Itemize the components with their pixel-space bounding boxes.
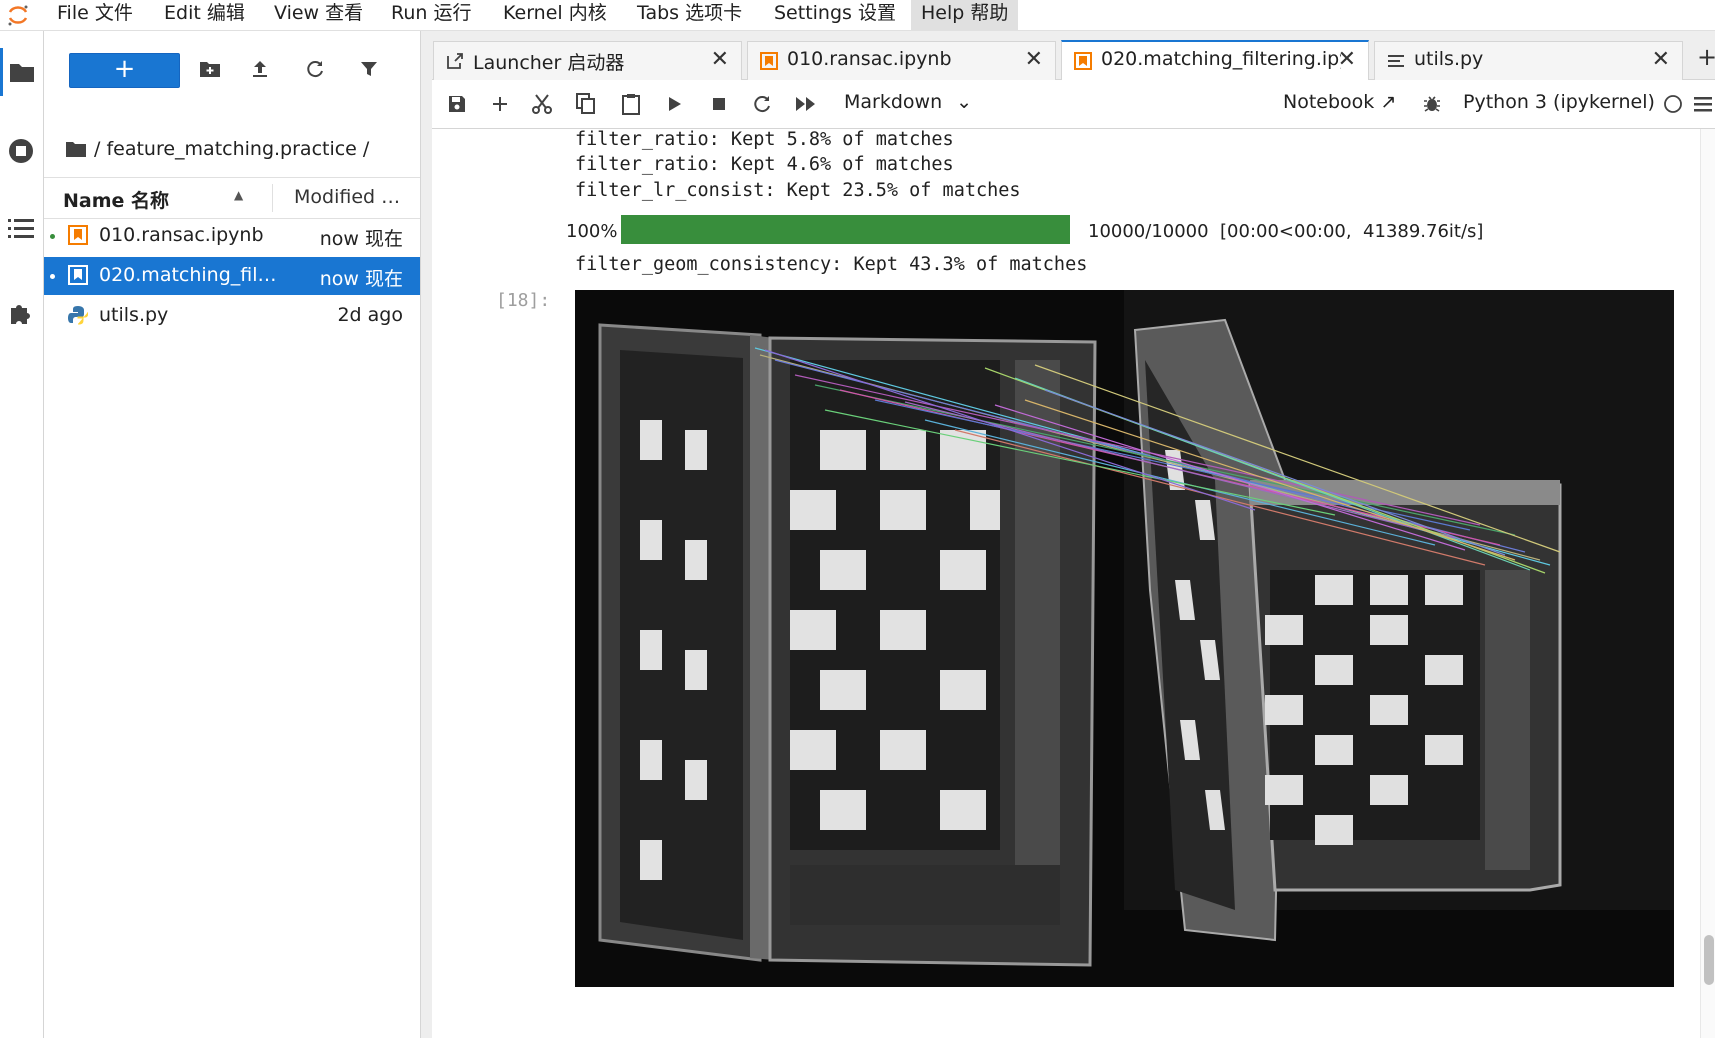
close-icon[interactable]: ✕	[1652, 47, 1670, 72]
activity-bar	[0, 31, 44, 1038]
cut-icon[interactable]	[529, 91, 555, 117]
file-name: 020.matching_filt...	[99, 264, 279, 286]
feature-matches-figure	[575, 290, 1674, 987]
scrollbar-thumb[interactable]	[1704, 935, 1714, 985]
cell-type-value: Markdown	[844, 91, 943, 113]
scrollbar[interactable]	[1700, 129, 1715, 1038]
cell-type-dropdown[interactable]: Markdown ⌄	[844, 91, 972, 113]
progress-info: 10000/10000 [00:00<00:00, 41389.76it/s]	[1088, 221, 1484, 242]
tab-utils[interactable]: utils.py ✕	[1374, 41, 1683, 80]
tab-bar: Launcher 启动器 ✕ 010.ransac.ipynb ✕ 020.ma…	[432, 31, 1715, 82]
fast-forward-icon[interactable]	[793, 91, 819, 117]
tab-label: 010.ransac.ipynb	[787, 48, 952, 70]
column-divider[interactable]	[272, 184, 273, 212]
tab-matching-filtering[interactable]: 020.matching_filtering.ipy ✕	[1061, 40, 1369, 82]
jupyter-logo-icon	[8, 5, 28, 26]
breadcrumb-path[interactable]: / feature_matching.practice /	[94, 138, 369, 160]
notebook-icon	[1074, 52, 1092, 70]
file-name: 010.ransac.ipynb	[99, 224, 264, 246]
file-browser-toolbar: +	[44, 31, 420, 88]
file-row-selected[interactable]: 020.matching_filt... now 现在	[44, 257, 420, 295]
progress-bar-fill	[621, 215, 1070, 244]
folder-icon[interactable]	[0, 48, 41, 96]
filter-icon[interactable]	[355, 55, 383, 83]
kernel-status-icon	[1660, 91, 1686, 117]
insert-cell-icon[interactable]	[487, 91, 513, 117]
menu-edit[interactable]: Edit 编辑	[154, 0, 255, 30]
output-line: filter_lr_consist: Kept 23.5% of matches	[575, 180, 1021, 201]
python-icon	[68, 306, 88, 325]
menu-bar: File 文件 Edit 编辑 View 查看 Run 运行 Kernel 内核…	[0, 0, 1715, 31]
notebook-toolbar: Markdown ⌄ Notebook ↗ Python 3 (ipykerne…	[432, 80, 1715, 129]
menu-icon[interactable]	[1690, 91, 1715, 117]
file-name: utils.py	[99, 304, 169, 326]
extension-icon[interactable]	[0, 290, 41, 338]
external-link-icon: ↗	[1380, 91, 1397, 113]
tab-label: 020.matching_filtering.ipy	[1101, 48, 1341, 70]
progress-percent: 100%	[566, 221, 618, 242]
close-icon[interactable]: ✕	[711, 47, 729, 72]
notebook-icon	[760, 52, 778, 70]
tab-launcher[interactable]: Launcher 启动器 ✕	[433, 41, 742, 80]
menu-run[interactable]: Run 运行	[381, 0, 481, 30]
file-modified: 2d ago	[337, 304, 403, 326]
copy-icon[interactable]	[573, 91, 599, 117]
output-prompt: [18]:	[496, 290, 551, 311]
refresh-icon[interactable]	[301, 55, 329, 83]
folder-icon	[66, 142, 86, 157]
upload-icon[interactable]	[246, 55, 274, 83]
close-icon[interactable]: ✕	[1338, 47, 1356, 72]
debugger-icon[interactable]	[1419, 91, 1445, 117]
sort-ascending-icon: ▲	[234, 188, 244, 202]
tab-label: Launcher 启动器	[473, 52, 625, 74]
chevron-down-icon: ⌄	[956, 91, 973, 113]
progress-bar	[621, 215, 1070, 244]
file-row[interactable]: utils.py 2d ago	[44, 297, 420, 335]
new-folder-icon[interactable]	[196, 55, 224, 83]
toc-icon[interactable]	[0, 204, 41, 252]
kernel-name[interactable]: Python 3 (ipykernel)	[1463, 91, 1655, 113]
menu-help[interactable]: Help 帮助	[911, 0, 1019, 30]
paste-icon[interactable]	[618, 91, 644, 117]
save-icon[interactable]	[444, 91, 470, 117]
output-line: filter_ratio: Kept 5.8% of matches	[575, 129, 954, 150]
run-icon[interactable]	[662, 91, 688, 117]
running-indicator	[50, 234, 55, 239]
new-launcher-button[interactable]: +	[69, 53, 180, 88]
menu-tabs[interactable]: Tabs 选项卡	[627, 0, 752, 30]
add-tab-icon[interactable]: +	[1697, 43, 1715, 71]
column-name[interactable]: Name 名称	[63, 186, 169, 213]
breadcrumb[interactable]: / feature_matching.practice /	[66, 137, 369, 161]
file-list-header: Name 名称 ▲ Modified …	[44, 177, 420, 219]
menu-view[interactable]: View 查看	[264, 0, 373, 30]
running-icon[interactable]	[0, 127, 41, 175]
menu-file[interactable]: File 文件	[47, 0, 143, 30]
output-line: filter_ratio: Kept 4.6% of matches	[575, 154, 954, 175]
file-row[interactable]: 010.ransac.ipynb now 现在	[44, 217, 420, 255]
notebook-panel: filter_ratio: Kept 5.8% of matches filte…	[432, 129, 1715, 1038]
menu-kernel[interactable]: Kernel 内核	[493, 0, 617, 30]
running-indicator	[50, 274, 55, 279]
launcher-icon	[447, 53, 463, 69]
notebook-icon	[68, 225, 88, 245]
file-modified: now 现在	[319, 228, 403, 250]
notebook-icon	[68, 265, 88, 285]
menu-settings[interactable]: Settings 设置	[764, 0, 906, 30]
restart-icon[interactable]	[749, 91, 775, 117]
notebook-label: Notebook	[1283, 91, 1375, 113]
text-file-icon	[1388, 55, 1404, 67]
open-notebook-button[interactable]: Notebook ↗	[1283, 91, 1396, 113]
output-line: filter_geom_consistency: Kept 43.3% of m…	[575, 254, 1088, 275]
file-modified: now 现在	[319, 268, 403, 290]
stop-icon[interactable]	[706, 91, 732, 117]
close-icon[interactable]: ✕	[1025, 47, 1043, 72]
file-browser: + / feature_matching.practice / Name 名称 …	[44, 31, 420, 1038]
tab-label: utils.py	[1414, 48, 1484, 70]
column-modified[interactable]: Modified …	[294, 186, 400, 208]
tab-ransac[interactable]: 010.ransac.ipynb ✕	[747, 41, 1056, 80]
